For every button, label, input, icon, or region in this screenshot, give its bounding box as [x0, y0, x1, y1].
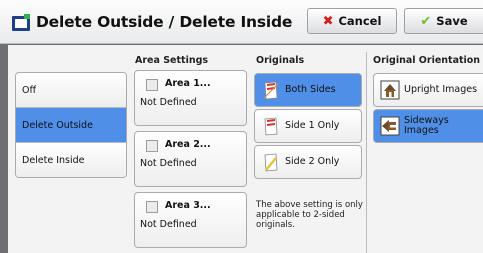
area-3-button[interactable]: Area 3... Not Defined	[134, 192, 247, 248]
both-sides-icon	[263, 81, 279, 100]
mode-label: Off	[22, 84, 37, 96]
area-1-button[interactable]: Area 1... Not Defined	[134, 70, 247, 126]
save-label: Save	[436, 14, 468, 28]
area-settings-heading: Area Settings	[135, 55, 209, 66]
mode-delete-outside-button[interactable]: Delete Outside	[16, 108, 126, 143]
originals-label: Side 2 Only	[285, 156, 340, 167]
originals-label: Side 1 Only	[285, 120, 340, 131]
area-checkbox-icon	[146, 201, 158, 213]
area-value: Not Defined	[140, 158, 197, 169]
mode-label: Delete Inside	[22, 155, 85, 166]
originals-side-2-only-button[interactable]: Side 2 Only	[254, 145, 362, 179]
column-divider	[366, 52, 367, 253]
checkmark-icon: ✔	[420, 13, 432, 29]
area-label: Area 3...	[165, 200, 211, 211]
originals-label: Both Sides	[285, 84, 336, 95]
area-value: Not Defined	[140, 97, 197, 108]
area-value: Not Defined	[140, 219, 197, 230]
mode-label: Delete Outside	[22, 119, 93, 131]
originals-note: The above setting is only applicable to …	[256, 200, 363, 230]
save-button[interactable]: ✔ Save	[404, 8, 483, 34]
orientation-sideways-images-button[interactable]: Sideways Images	[373, 109, 483, 143]
cancel-label: Cancel	[338, 14, 382, 28]
original-orientation-heading: Original Orientation	[373, 55, 481, 66]
mode-delete-inside-button[interactable]: Delete Inside	[16, 143, 126, 177]
side-1-only-icon	[264, 117, 278, 136]
sideways-images-icon	[380, 116, 400, 136]
originals-both-sides-button[interactable]: Both Sides	[254, 73, 362, 107]
originals-heading: Originals	[256, 55, 305, 66]
cancel-button[interactable]: ✖ Cancel	[307, 8, 397, 34]
area-label: Area 2...	[165, 139, 211, 150]
area-2-button[interactable]: Area 2... Not Defined	[134, 131, 247, 187]
area-checkbox-icon	[146, 79, 158, 91]
originals-side-1-only-button[interactable]: Side 1 Only	[254, 109, 362, 143]
area-label: Area 1...	[165, 78, 211, 89]
feature-icon	[12, 14, 30, 31]
page-title: Delete Outside / Delete Inside	[36, 13, 293, 31]
orientation-label: Upright Images	[404, 84, 478, 95]
orientation-upright-images-button[interactable]: Upright Images	[373, 73, 483, 107]
mode-off-button[interactable]: Off	[16, 73, 126, 108]
upright-images-icon	[380, 80, 400, 100]
mode-selector: Off Delete Outside Delete Inside	[15, 72, 127, 178]
orientation-label-line-2: Images	[404, 125, 439, 136]
area-checkbox-icon	[146, 140, 158, 152]
cancel-x-icon: ✖	[322, 13, 334, 29]
side-2-only-icon	[264, 153, 278, 172]
